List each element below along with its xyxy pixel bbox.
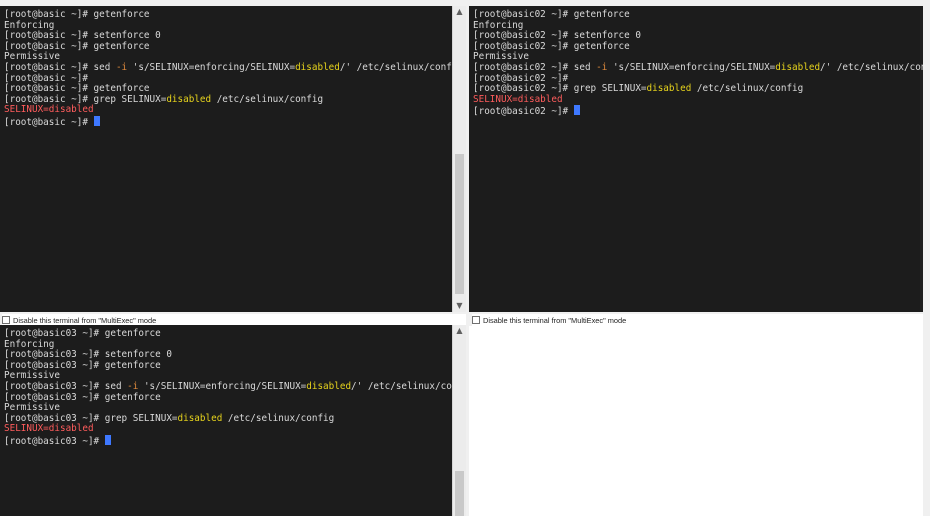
chevron-up-icon[interactable]: ▲ (453, 325, 466, 337)
terminal-cursor (573, 105, 580, 116)
highlighted-keyword: disabled (646, 83, 692, 95)
line-text: 's/SELINUX=enforcing/SELINUX= (127, 61, 296, 73)
terminal-line: [root@basic02 ~]# getenforce (473, 40, 919, 53)
highlighted-keyword: disabled (177, 412, 223, 424)
terminal-line: SELINUX=disabled (4, 105, 462, 116)
terminal-line: [root@basic ~]# (4, 115, 462, 128)
line-text: Enforcing (4, 19, 55, 31)
line-text: 's/SELINUX=enforcing/SELINUX= (138, 380, 307, 392)
highlighted-keyword: disabled (166, 93, 212, 105)
line-text: Permissive (4, 402, 60, 414)
checkbox[interactable] (2, 316, 10, 324)
line-text: [root@basic02 ~]# (473, 72, 569, 84)
line-text: Permissive (473, 51, 529, 63)
output-match: SELINUX=disabled (473, 93, 563, 105)
line-text: [root@basic03 ~]# getenforce (4, 328, 161, 339)
output-match: SELINUX=disabled (4, 104, 94, 116)
terminal-output[interactable]: [root@basic02 ~]# getenforce Enforcing [ro… (473, 9, 923, 312)
line-text: [root@basic ~]# (4, 116, 94, 128)
terminal-output[interactable]: [root@basic ~]# getenforce Enforcing [root… (4, 9, 463, 312)
line-text: [root@basic03 ~]# sed (4, 380, 128, 392)
terminal-output[interactable]: [root@basic03 ~]# getenforce Enforcing [ro… (4, 328, 466, 516)
terminal-line: [root@basic02 ~]# (473, 105, 919, 118)
line-text: [root@basic ~]# getenforce (4, 9, 150, 20)
terminal-line: SELINUX=disabled (4, 424, 462, 435)
terminal-line: [root@basic03 ~]# (4, 434, 462, 447)
line-text: [root@basic ~]# grep SELINUX= (4, 93, 167, 105)
line-text: [root@basic03 ~]# getenforce (4, 391, 161, 403)
line-text: /' /etc/selinux/config (339, 61, 463, 73)
terminal-pane-basic02[interactable]: [root@basic02 ~]# getenforce Enforcing [ro… (469, 6, 923, 312)
multiexec-label: Disable this terminal from "MultiExec" m… (13, 315, 157, 325)
terminal-cursor (104, 434, 111, 445)
line-text: [root@basic02 ~]# grep SELINUX= (473, 83, 647, 95)
line-text: [root@basic02 ~]# (473, 106, 574, 118)
vertical-scrollbar[interactable]: ▲ ▼ (452, 6, 466, 312)
highlighted-keyword: disabled (775, 61, 821, 73)
output-match: SELINUX=disabled (4, 423, 94, 435)
highlighted-keyword: disabled (306, 380, 352, 392)
line-text: [root@basic03 ~]# setenforce 0 (4, 349, 172, 361)
line-text: [root@basic02 ~]# sed (473, 61, 597, 73)
terminal-line: [root@basic03 ~]# getenforce (4, 328, 462, 340)
line-text: [root@basic ~]# getenforce (4, 83, 150, 95)
multiexec-label: Disable this terminal from "MultiExec" m… (483, 315, 627, 325)
line-text: [root@basic02 ~]# setenforce 0 (473, 30, 641, 42)
line-text: /etc/selinux/config (691, 83, 804, 95)
terminal-line: [root@basic03 ~]# getenforce (4, 359, 462, 372)
multiexec-toggle-basic02[interactable]: Disable this terminal from "MultiExec" m… (472, 314, 923, 326)
line-text: /' /etc/selinux/config (351, 380, 466, 392)
line-text: Enforcing (4, 338, 55, 350)
terminal-line: SELINUX=disabled (473, 93, 919, 106)
line-text: Permissive (4, 51, 60, 63)
terminal-pane-basic03[interactable]: [root@basic03 ~]# getenforce Enforcing [ro… (0, 325, 466, 516)
terminal-cursor (93, 115, 100, 126)
chevron-down-icon[interactable]: ▼ (453, 300, 466, 312)
line-text: [root@basic ~]# sed (4, 61, 116, 73)
line-text: [root@basic ~]# setenforce 0 (4, 30, 161, 42)
line-text: [root@basic ~]# getenforce (4, 40, 150, 52)
terminal-line: [root@basic03 ~]# getenforce (4, 391, 462, 404)
line-text: [root@basic03 ~]# grep SELINUX= (4, 412, 178, 424)
line-text: /etc/selinux/config (222, 412, 335, 424)
line-text: [root@basic02 ~]# getenforce (473, 40, 630, 52)
command-flag: -i (127, 380, 139, 392)
terminal-line: [root@basic ~]# getenforce (4, 9, 462, 21)
empty-terminal-area (469, 326, 923, 516)
line-text: /etc/selinux/config (211, 93, 324, 105)
line-text: Permissive (4, 370, 60, 382)
highlighted-keyword: disabled (295, 61, 340, 73)
terminal-pane-basic[interactable]: [root@basic ~]# getenforce Enforcing [root… (0, 6, 466, 312)
checkbox[interactable] (472, 316, 480, 324)
vertical-scrollbar[interactable]: ▲ (452, 325, 466, 516)
scroll-thumb[interactable] (455, 471, 464, 516)
terminal-line: [root@basic ~]# getenforce (4, 40, 462, 53)
line-text: [root@basic03 ~]# getenforce (4, 359, 161, 371)
command-flag: -i (115, 61, 128, 73)
line-text: /' /etc/selinux/config (820, 61, 923, 73)
line-text: [root@basic03 ~]# (4, 435, 105, 447)
line-text: Enforcing (473, 19, 524, 31)
scroll-thumb[interactable] (455, 154, 464, 294)
chevron-up-icon[interactable]: ▲ (453, 6, 466, 18)
command-flag: -i (596, 61, 608, 73)
line-text: 's/SELINUX=enforcing/SELINUX= (607, 61, 776, 73)
line-text: [root@basic ~]# (4, 72, 88, 84)
line-text: [root@basic02 ~]# getenforce (473, 9, 630, 20)
terminal-line: [root@basic02 ~]# getenforce (473, 9, 919, 21)
